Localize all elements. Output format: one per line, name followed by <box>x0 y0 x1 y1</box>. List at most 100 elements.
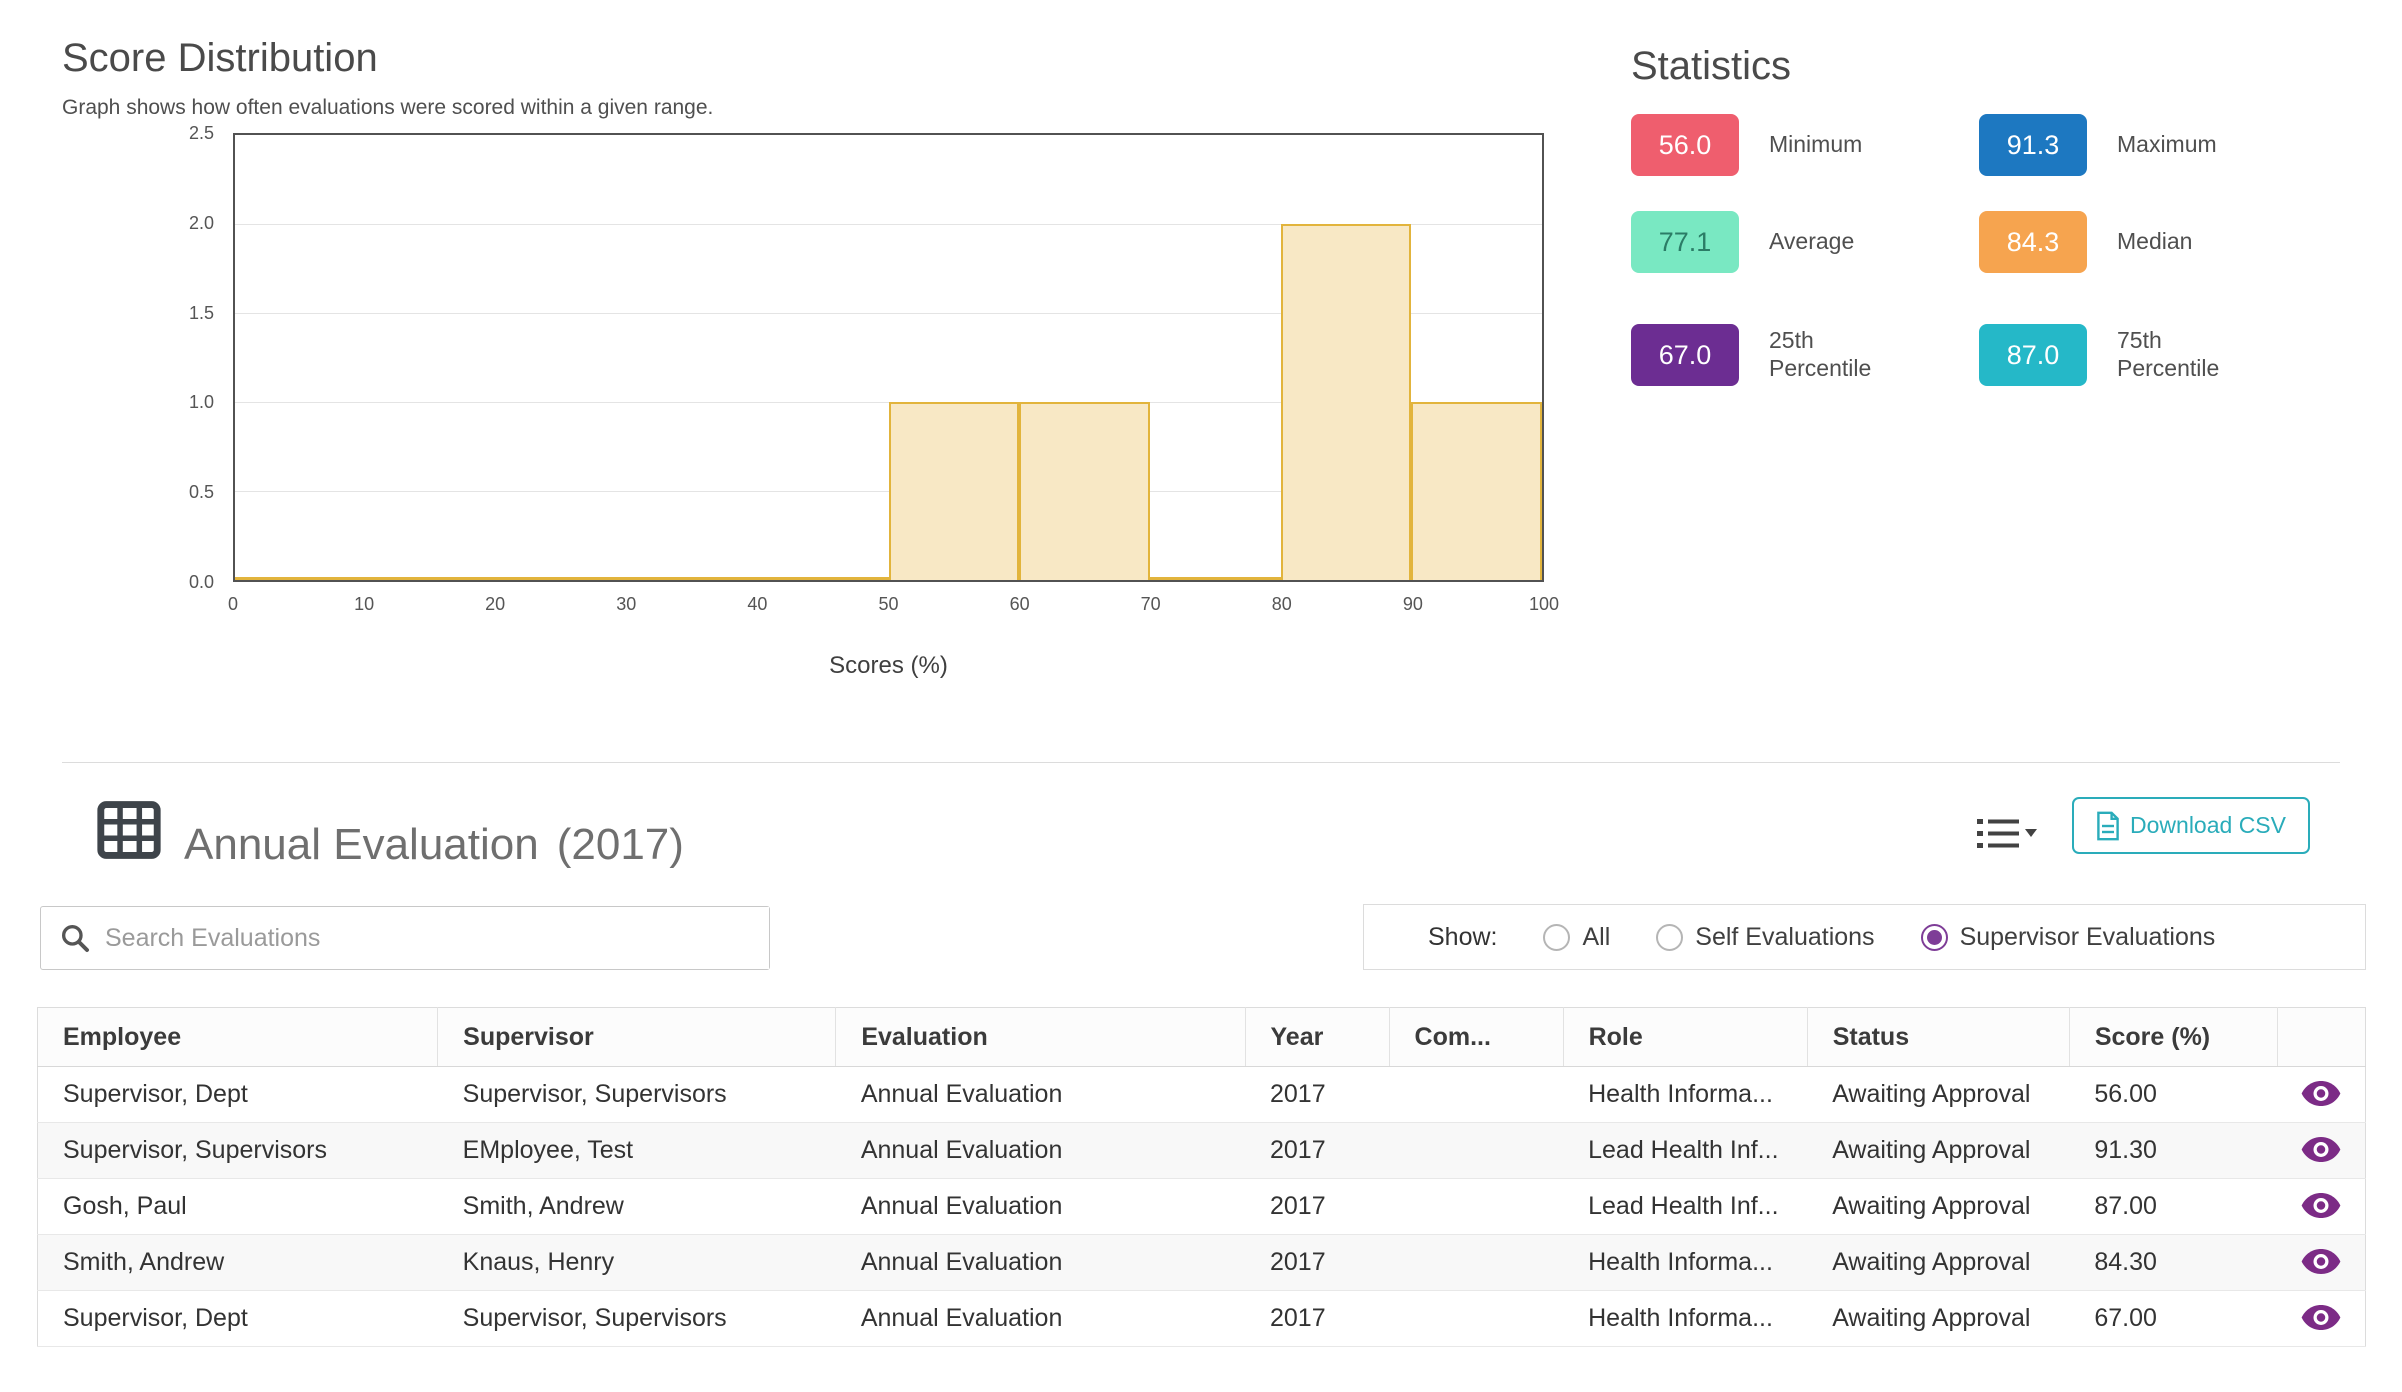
chevron-down-icon <box>2025 829 2037 837</box>
page-title-year: (2017) <box>557 820 684 869</box>
radio-circle[interactable] <box>1656 924 1683 951</box>
cell-year: 2017 <box>1245 1179 1389 1235</box>
stat-label: 25th Percentile <box>1769 327 1909 382</box>
filter-radio-supervisor-evaluations[interactable]: Supervisor Evaluations <box>1921 923 2216 952</box>
x-tick-label: 70 <box>1141 594 1161 615</box>
cell-score: 67.00 <box>2069 1291 2277 1347</box>
file-icon <box>2096 811 2120 841</box>
stat-item: 67.025th Percentile <box>1631 324 1909 386</box>
cell-evaluation: Annual Evaluation <box>836 1179 1245 1235</box>
x-tick-label: 0 <box>228 594 238 615</box>
cell-evaluation: Annual Evaluation <box>836 1291 1245 1347</box>
column-header[interactable]: Supervisor <box>438 1008 836 1067</box>
cell-comments <box>1389 1179 1563 1235</box>
table-row: Supervisor, SupervisorsEMployee, TestAnn… <box>38 1123 2366 1179</box>
view-evaluation-button[interactable] <box>2293 1301 2349 1337</box>
eye-icon <box>2301 1193 2341 1218</box>
column-header[interactable]: Employee <box>38 1008 438 1067</box>
column-header[interactable]: Score (%) <box>2069 1008 2277 1067</box>
cell-score: 87.00 <box>2069 1179 2277 1235</box>
stat-label: Minimum <box>1769 131 1909 159</box>
column-header[interactable]: Status <box>1807 1008 2069 1067</box>
histogram-bar <box>1019 402 1150 580</box>
search-input[interactable] <box>105 907 769 969</box>
stat-value-badge: 56.0 <box>1631 114 1739 176</box>
cell-actions <box>2277 1067 2365 1123</box>
page-title-text: Annual Evaluation <box>184 820 539 869</box>
cell-score: 91.30 <box>2069 1123 2277 1179</box>
show-label: Show: <box>1428 923 1497 952</box>
eye-icon <box>2301 1081 2341 1106</box>
radio-label: Self Evaluations <box>1695 923 1874 952</box>
table-row: Supervisor, DeptSupervisor, SupervisorsA… <box>38 1067 2366 1123</box>
table-row: Smith, AndrewKnaus, HenryAnnual Evaluati… <box>38 1235 2366 1291</box>
score-distribution-subtitle: Graph shows how often evaluations were s… <box>62 96 713 120</box>
eye-icon <box>2301 1305 2341 1330</box>
table-header-row: EmployeeSupervisorEvaluationYearCom...Ro… <box>38 1008 2366 1067</box>
cell-status: Awaiting Approval <box>1807 1235 2069 1291</box>
y-tick-label: 2.0 <box>189 214 214 232</box>
radio-label: Supervisor Evaluations <box>1960 923 2216 952</box>
cell-actions <box>2277 1123 2365 1179</box>
cell-year: 2017 <box>1245 1067 1389 1123</box>
stat-label: 75th Percentile <box>2117 327 2257 382</box>
column-header[interactable]: Com... <box>1389 1008 1563 1067</box>
x-tick-label: 40 <box>747 594 767 615</box>
filter-radio-all[interactable]: All <box>1543 923 1610 952</box>
list-icon <box>1975 814 2039 852</box>
y-tick-label: 0.5 <box>189 483 214 501</box>
view-evaluation-button[interactable] <box>2293 1189 2349 1225</box>
statistics-grid: 56.0Minimum91.3Maximum77.1Average84.3Med… <box>1631 114 2402 404</box>
cell-employee: Supervisor, Supervisors <box>38 1123 438 1179</box>
y-axis-labels: 0.00.51.01.52.02.5 <box>148 133 222 582</box>
cell-score: 84.30 <box>2069 1235 2277 1291</box>
cell-actions <box>2277 1291 2365 1347</box>
histogram-bar <box>889 402 1020 580</box>
download-csv-button[interactable]: Download CSV <box>2072 797 2310 854</box>
table-grid-icon <box>93 797 165 868</box>
cell-evaluation: Annual Evaluation <box>836 1235 1245 1291</box>
cell-actions <box>2277 1235 2365 1291</box>
cell-comments <box>1389 1123 1563 1179</box>
cell-comments <box>1389 1235 1563 1291</box>
column-header[interactable]: Evaluation <box>836 1008 1245 1067</box>
view-evaluation-button[interactable] <box>2293 1133 2349 1169</box>
y-tick-label: 2.5 <box>189 124 214 142</box>
stat-item: 87.075th Percentile <box>1979 324 2257 386</box>
y-tick-label: 0.0 <box>189 573 214 591</box>
radio-circle[interactable] <box>1921 924 1948 951</box>
radio-circle[interactable] <box>1543 924 1570 951</box>
histogram-bar <box>1411 402 1542 580</box>
view-evaluation-button[interactable] <box>2293 1245 2349 1281</box>
statistics-title: Statistics <box>1631 44 1791 89</box>
radio-label: All <box>1582 923 1610 952</box>
view-evaluation-button[interactable] <box>2293 1077 2349 1113</box>
eye-icon <box>2301 1249 2341 1274</box>
stat-item: 56.0 Minimum <box>1631 114 1909 176</box>
stat-item: 84.3Median <box>1979 211 2257 273</box>
column-header[interactable]: Role <box>1563 1008 1807 1067</box>
cell-year: 2017 <box>1245 1123 1389 1179</box>
list-options-button[interactable] <box>1972 812 2042 856</box>
stat-item: 91.3Maximum <box>1979 114 2257 176</box>
stat-value-badge: 77.1 <box>1631 211 1739 273</box>
x-tick-label: 60 <box>1010 594 1030 615</box>
column-header[interactable]: Year <box>1245 1008 1389 1067</box>
x-tick-label: 10 <box>354 594 374 615</box>
cell-role: Health Informa... <box>1563 1067 1807 1123</box>
filter-group: Show: All Self Evaluations Supervisor Eval… <box>1363 904 2366 970</box>
filter-radio-self-evaluations[interactable]: Self Evaluations <box>1656 923 1874 952</box>
section-divider <box>62 762 2340 763</box>
stat-label: Maximum <box>2117 131 2257 159</box>
cell-comments <box>1389 1067 1563 1123</box>
cell-actions <box>2277 1179 2365 1235</box>
cell-score: 56.00 <box>2069 1067 2277 1123</box>
column-header[interactable] <box>2277 1008 2365 1067</box>
cell-employee: Supervisor, Dept <box>38 1067 438 1123</box>
cell-employee: Supervisor, Dept <box>38 1291 438 1347</box>
cell-role: Health Informa... <box>1563 1291 1807 1347</box>
cell-role: Lead Health Inf... <box>1563 1123 1807 1179</box>
cell-evaluation: Annual Evaluation <box>836 1123 1245 1179</box>
x-tick-label: 30 <box>616 594 636 615</box>
cell-evaluation: Annual Evaluation <box>836 1067 1245 1123</box>
